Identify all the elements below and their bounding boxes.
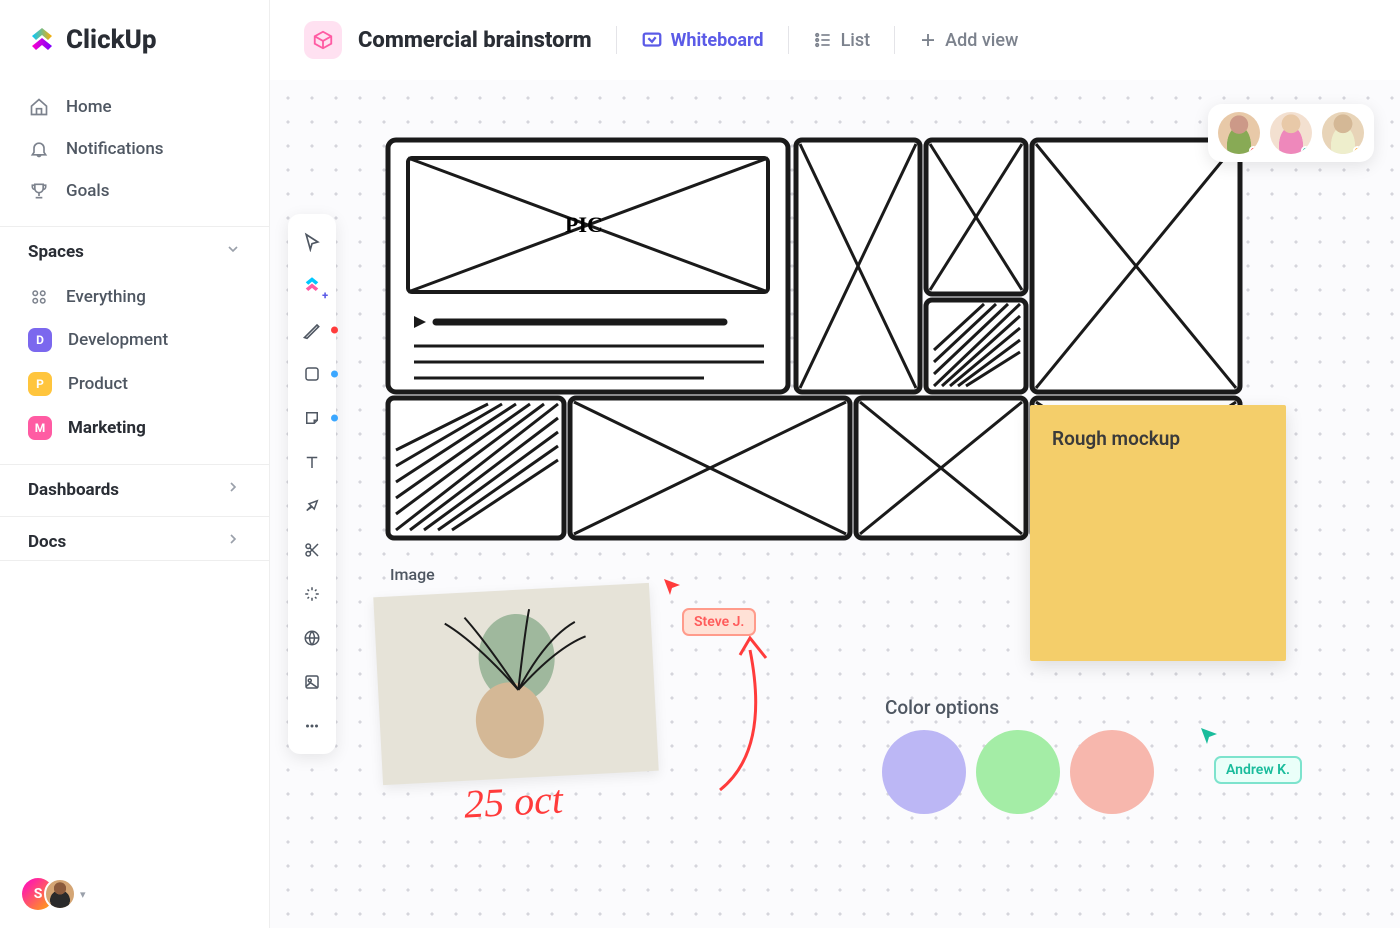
user-menu[interactable]: S ▾ [22, 878, 86, 910]
image-label: Image [390, 565, 435, 584]
tool-select[interactable] [294, 224, 330, 260]
nav-goals[interactable]: Goals [16, 170, 253, 212]
list-icon [813, 30, 833, 50]
color-swatch-3[interactable] [1070, 730, 1154, 814]
space-label: Marketing [68, 418, 146, 438]
cursor-label-andrew: Andrew K. [1214, 756, 1302, 784]
nav-label: Goals [66, 181, 109, 201]
sticky-note[interactable]: Rough mockup [1030, 405, 1286, 661]
space-label: Development [68, 330, 168, 350]
nav-home[interactable]: Home [16, 86, 253, 128]
color-options-label: Color options [885, 696, 999, 719]
cursor-icon [1197, 724, 1221, 748]
chevron-right-icon [225, 479, 241, 500]
tool-connector[interactable] [294, 488, 330, 524]
clickup-logo-icon [26, 24, 58, 56]
avatar[interactable] [1322, 112, 1364, 154]
docs-header[interactable]: Docs [0, 516, 269, 560]
home-icon [28, 96, 50, 118]
color-swatch-2[interactable] [976, 730, 1060, 814]
arrow-sketch [690, 620, 800, 800]
spaces-header[interactable]: Spaces [0, 226, 269, 270]
trophy-icon [28, 180, 50, 202]
logo-text: ClickUp [66, 25, 157, 55]
handwritten-date: 25 oct [463, 775, 564, 827]
collaborator-avatars[interactable] [1208, 104, 1374, 162]
tool-more[interactable] [294, 708, 330, 744]
space-badge: D [28, 328, 52, 352]
space-badge: M [28, 416, 52, 440]
space-label: Product [68, 374, 128, 394]
add-view-button[interactable]: Add view [919, 30, 1018, 51]
whiteboard-canvas[interactable]: + PIC Rough moc [270, 80, 1400, 928]
cursor-icon [660, 575, 684, 599]
chevron-down-icon [225, 241, 241, 262]
nav-label: Notifications [66, 139, 164, 159]
nav-notifications[interactable]: Notifications [16, 128, 253, 170]
avatar[interactable] [1270, 112, 1312, 154]
tool-scissors[interactable] [294, 532, 330, 568]
tool-image[interactable] [294, 664, 330, 700]
tool-web[interactable] [294, 620, 330, 656]
header: Commercial brainstorm Whiteboard List Ad… [270, 0, 1400, 80]
view-list[interactable]: List [813, 30, 871, 51]
whiteboard-toolbar: + [288, 214, 336, 754]
chevron-down-icon: ▾ [80, 888, 86, 901]
user-avatar-photo [44, 878, 76, 910]
avatar[interactable] [1218, 112, 1260, 154]
whiteboard-icon [641, 29, 663, 51]
tool-clickup[interactable]: + [294, 268, 330, 304]
tool-text[interactable] [294, 444, 330, 480]
view-whiteboard[interactable]: Whiteboard [641, 29, 764, 51]
space-product[interactable]: P Product [16, 362, 253, 406]
space-marketing[interactable]: M Marketing [16, 406, 253, 450]
sidebar: ClickUp Home Notifications Goals Spaces … [0, 0, 270, 928]
image-card[interactable] [373, 583, 658, 785]
space-development[interactable]: D Development [16, 318, 253, 362]
space-icon-box[interactable] [304, 21, 342, 59]
dashboards-header[interactable]: Dashboards [0, 464, 269, 508]
logo[interactable]: ClickUp [0, 24, 269, 80]
plus-icon [919, 31, 937, 49]
cube-icon [312, 29, 334, 51]
everything-icon [28, 286, 50, 308]
tool-sticky[interactable] [294, 400, 330, 436]
nav-label: Home [66, 97, 112, 117]
tool-shape[interactable] [294, 356, 330, 392]
cursor-label-steve: Steve J. [682, 608, 756, 636]
bell-icon [28, 138, 50, 160]
space-label: Everything [66, 287, 146, 307]
page-title: Commercial brainstorm [358, 28, 592, 53]
space-badge: P [28, 372, 52, 396]
tool-pen[interactable] [294, 312, 330, 348]
tool-magic[interactable] [294, 576, 330, 612]
space-everything[interactable]: Everything [16, 276, 253, 318]
color-swatch-1[interactable] [882, 730, 966, 814]
chevron-right-icon [225, 531, 241, 552]
pic-label: PIC [565, 212, 603, 237]
